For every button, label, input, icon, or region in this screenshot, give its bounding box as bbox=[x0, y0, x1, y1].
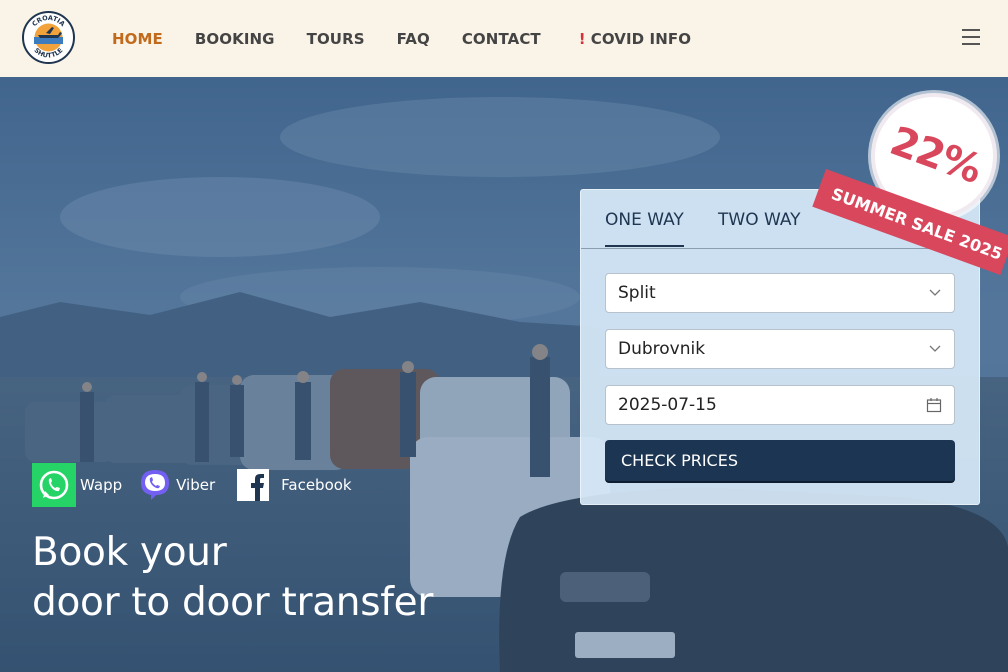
facebook-link[interactable]: Facebook bbox=[231, 469, 352, 501]
social-links: Wapp Viber Facebook bbox=[32, 463, 368, 507]
chevron-down-icon bbox=[929, 345, 941, 352]
nav-covid-info[interactable]: ! COVID INFO bbox=[579, 30, 691, 48]
whatsapp-icon bbox=[32, 463, 76, 507]
facebook-label: Facebook bbox=[281, 476, 352, 494]
site-header: CROATIA SHUTTLE HOME BOOKING TOURS FAQ C… bbox=[0, 0, 1008, 77]
exclamation-icon: ! bbox=[578, 29, 586, 48]
check-prices-button[interactable]: CHECK PRICES bbox=[605, 440, 955, 481]
tab-one-way[interactable]: ONE WAY bbox=[605, 210, 684, 247]
calendar-icon[interactable] bbox=[926, 397, 942, 413]
from-location-select[interactable]: Split bbox=[605, 273, 955, 313]
whatsapp-link[interactable]: Wapp bbox=[32, 463, 122, 507]
nav-booking[interactable]: BOOKING bbox=[195, 30, 275, 48]
facebook-icon bbox=[237, 469, 270, 501]
viber-icon bbox=[138, 468, 172, 502]
headline-line-1: Book your bbox=[32, 530, 227, 575]
tab-two-way[interactable]: TWO WAY bbox=[718, 210, 801, 230]
headline-line-2: door to door transfer bbox=[32, 580, 434, 625]
to-location-select[interactable]: Dubrovnik bbox=[605, 329, 955, 369]
croatia-shuttle-logo[interactable] bbox=[22, 11, 75, 64]
logo-graphic bbox=[25, 14, 72, 61]
viber-label: Viber bbox=[176, 476, 216, 494]
hamburger-menu-icon[interactable] bbox=[962, 29, 982, 46]
whatsapp-label: Wapp bbox=[80, 476, 123, 494]
nav-tours[interactable]: TOURS bbox=[307, 30, 365, 48]
nav-contact[interactable]: CONTACT bbox=[462, 30, 541, 48]
date-input[interactable]: 2025-07-15 bbox=[605, 385, 955, 425]
to-location-value: Dubrovnik bbox=[618, 339, 706, 359]
hero-headline: Book your door to door transfer bbox=[32, 528, 433, 628]
main-nav: HOME BOOKING TOURS FAQ CONTACT ! COVID IN… bbox=[112, 0, 723, 77]
date-value: 2025-07-15 bbox=[618, 395, 717, 415]
chevron-down-icon bbox=[929, 289, 941, 296]
nav-home[interactable]: HOME bbox=[112, 30, 163, 48]
nav-faq[interactable]: FAQ bbox=[397, 30, 430, 48]
viber-link[interactable]: Viber bbox=[138, 468, 215, 502]
nav-covid-label: COVID INFO bbox=[590, 29, 692, 48]
from-location-value: Split bbox=[618, 283, 656, 303]
